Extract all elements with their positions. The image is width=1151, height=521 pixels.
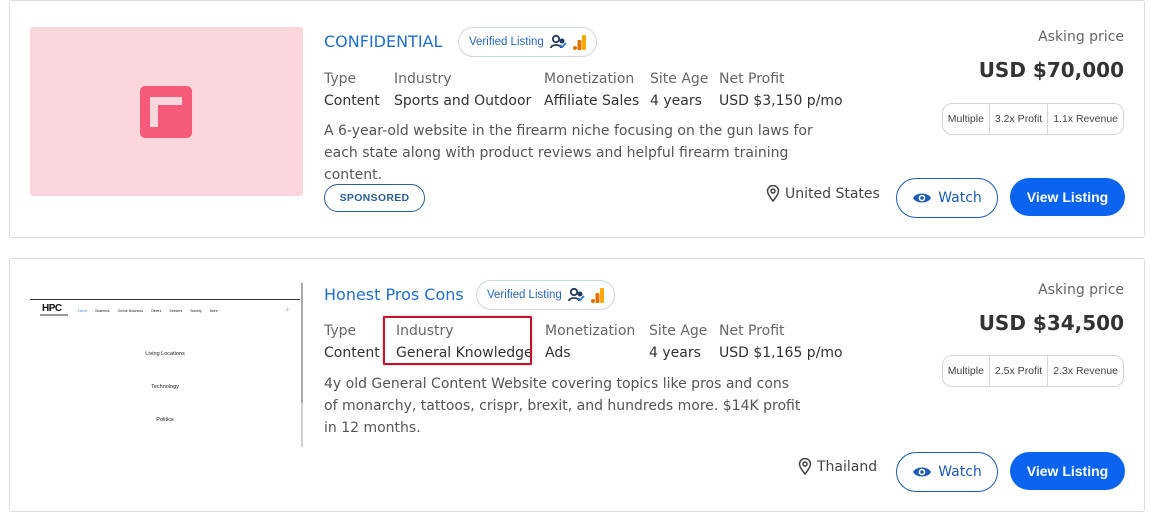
- asking-price-label: Asking price: [1038, 282, 1124, 298]
- listing-location: United States: [766, 185, 880, 202]
- watch-button[interactable]: Watch: [896, 452, 998, 492]
- location-pin-icon: [798, 458, 812, 475]
- view-listing-button[interactable]: View Listing: [1010, 452, 1125, 490]
- attr-site-age: Site Age 4 years: [650, 71, 709, 109]
- view-listing-button[interactable]: View Listing: [1010, 178, 1125, 216]
- listing-card: CONFIDENTIAL Verified Listing Type Conte…: [9, 0, 1145, 238]
- attr-industry: Industry Sports and Outdoor: [394, 71, 532, 109]
- industry-highlight-box: [383, 316, 532, 365]
- multiples-group: Multiple 2.5x Profit 2.3x Revenue: [941, 355, 1124, 387]
- multiple-label: Multiple: [947, 365, 984, 377]
- attr-type: Type Content: [324, 323, 380, 361]
- analytics-icon: [590, 287, 604, 303]
- site-logo: HPC: [42, 303, 62, 314]
- attr-net-profit: Net Profit USD $1,165 p/mo: [719, 323, 843, 361]
- thumbnail-scrollbar-thumb[interactable]: [301, 283, 303, 403]
- profit-multiple: 2.5x Profit: [988, 356, 1047, 386]
- listing-description: A 6-year-old website in the firearm nich…: [324, 123, 813, 183]
- asking-price: USD $70,000: [978, 58, 1124, 82]
- attr-monetization: Monetization Affiliate Sales: [544, 71, 640, 109]
- attr-net-profit: Net Profit USD $3,150 p/mo: [719, 71, 843, 109]
- eye-icon: [913, 467, 932, 477]
- watch-button[interactable]: Watch: [896, 178, 998, 218]
- attr-monetization: Monetization Ads: [545, 323, 636, 361]
- profit-multiple: 3.2x Profit: [988, 104, 1047, 134]
- listing-thumbnail[interactable]: [30, 27, 303, 196]
- location-pin-icon: [766, 185, 780, 202]
- attr-type: Type Content: [324, 71, 380, 109]
- verified-label: Verified Listing: [469, 36, 544, 48]
- listing-title[interactable]: Honest Pros Cons: [324, 285, 464, 304]
- verified-listing-badge: Verified Listing: [476, 280, 615, 310]
- sponsored-badge: SPONSORED: [324, 184, 425, 212]
- listing-location: Thailand: [798, 458, 877, 475]
- verified-users-icon: [567, 287, 585, 302]
- listing-description: 4y old General Content Website covering …: [324, 376, 801, 436]
- site-nav: Home Business Online Business Others See…: [78, 309, 218, 313]
- verified-users-icon: [549, 34, 567, 49]
- search-icon: ⌕: [286, 307, 289, 313]
- verified-label: Verified Listing: [487, 289, 562, 301]
- revenue-multiple: 2.3x Revenue: [1047, 356, 1123, 386]
- listing-thumbnail[interactable]: HPC Home Business Online Business Others…: [30, 281, 303, 449]
- site-menu-item: Politics: [156, 417, 174, 423]
- placeholder-logo-icon: [140, 86, 192, 138]
- verified-listing-badge: Verified Listing: [458, 27, 597, 57]
- analytics-icon: [572, 34, 586, 50]
- eye-icon: [913, 193, 932, 203]
- asking-price: USD $34,500: [978, 311, 1124, 335]
- site-menu-item: Living Locations: [145, 351, 185, 357]
- multiples-group: Multiple 3.2x Profit 1.1x Revenue: [941, 103, 1124, 135]
- asking-price-label: Asking price: [1038, 29, 1124, 45]
- multiple-label: Multiple: [947, 113, 984, 125]
- listing-card: HPC Home Business Online Business Others…: [9, 258, 1145, 512]
- listing-title[interactable]: CONFIDENTIAL: [324, 32, 442, 51]
- revenue-multiple: 1.1x Revenue: [1047, 104, 1123, 134]
- site-menu-item: Technology: [151, 384, 179, 390]
- attr-site-age: Site Age 4 years: [649, 323, 708, 361]
